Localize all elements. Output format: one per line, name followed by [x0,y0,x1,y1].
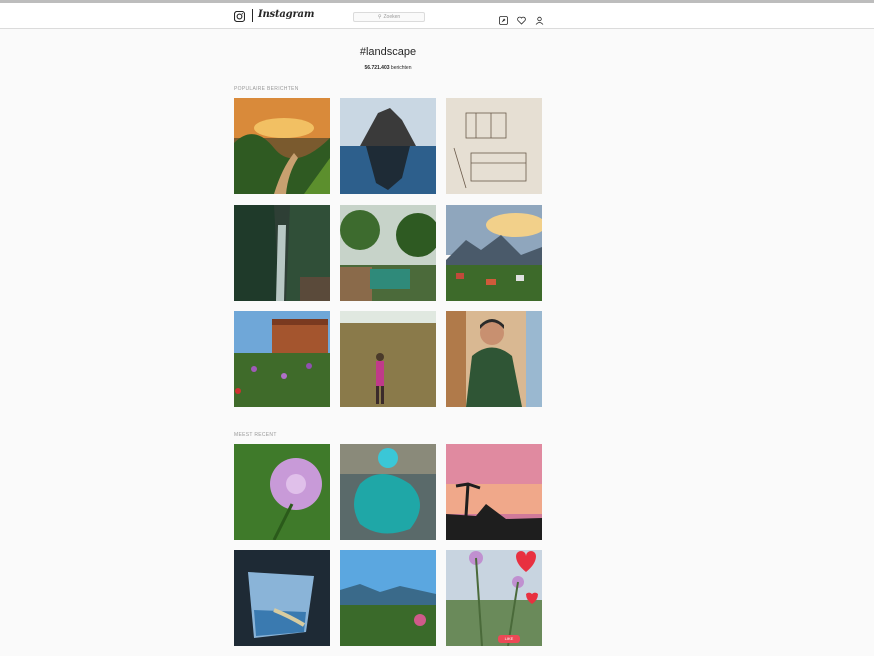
search-placeholder: Zoeken [383,14,401,20]
instagram-camera-icon[interactable] [233,9,246,23]
user-profile-icon[interactable] [535,12,544,25]
popular-post-9[interactable] [446,311,542,407]
heart-icon[interactable] [517,12,526,25]
popular-post-3[interactable] [446,98,542,194]
compass-icon[interactable] [499,12,508,25]
popular-post-2[interactable] [340,98,436,194]
popular-post-5[interactable] [340,205,436,301]
popular-post-7[interactable] [234,311,330,407]
recent-posts-heading: MEEST RECENT [234,432,277,438]
recent-post-1[interactable] [234,444,330,540]
popular-post-4[interactable] [234,205,330,301]
top-navigation-bar: Instagram ⚲ Zoeken [0,3,874,29]
recent-post-2[interactable] [340,444,436,540]
popular-post-6[interactable] [446,205,542,301]
post-count: 56.721.403 berichten [0,65,776,71]
instagram-wordmark[interactable]: Instagram [258,9,314,20]
logo-divider [252,9,253,22]
search-input[interactable]: ⚲ Zoeken [353,12,425,22]
recent-post-6[interactable]: LIKE [446,550,542,646]
recent-post-3[interactable] [446,444,542,540]
post-count-number: 56.721.403 [364,65,390,71]
popular-post-1[interactable] [234,98,330,194]
like-badge: LIKE [498,635,520,643]
recent-post-5[interactable] [340,550,436,646]
search-icon: ⚲ [377,14,382,20]
popular-post-8[interactable] [340,311,436,407]
hashtag-title: #landscape [359,46,417,58]
popular-posts-heading: POPULAIRE BERICHTEN [234,86,299,92]
post-count-suffix: berichten [390,65,412,71]
recent-post-4[interactable] [234,550,330,646]
